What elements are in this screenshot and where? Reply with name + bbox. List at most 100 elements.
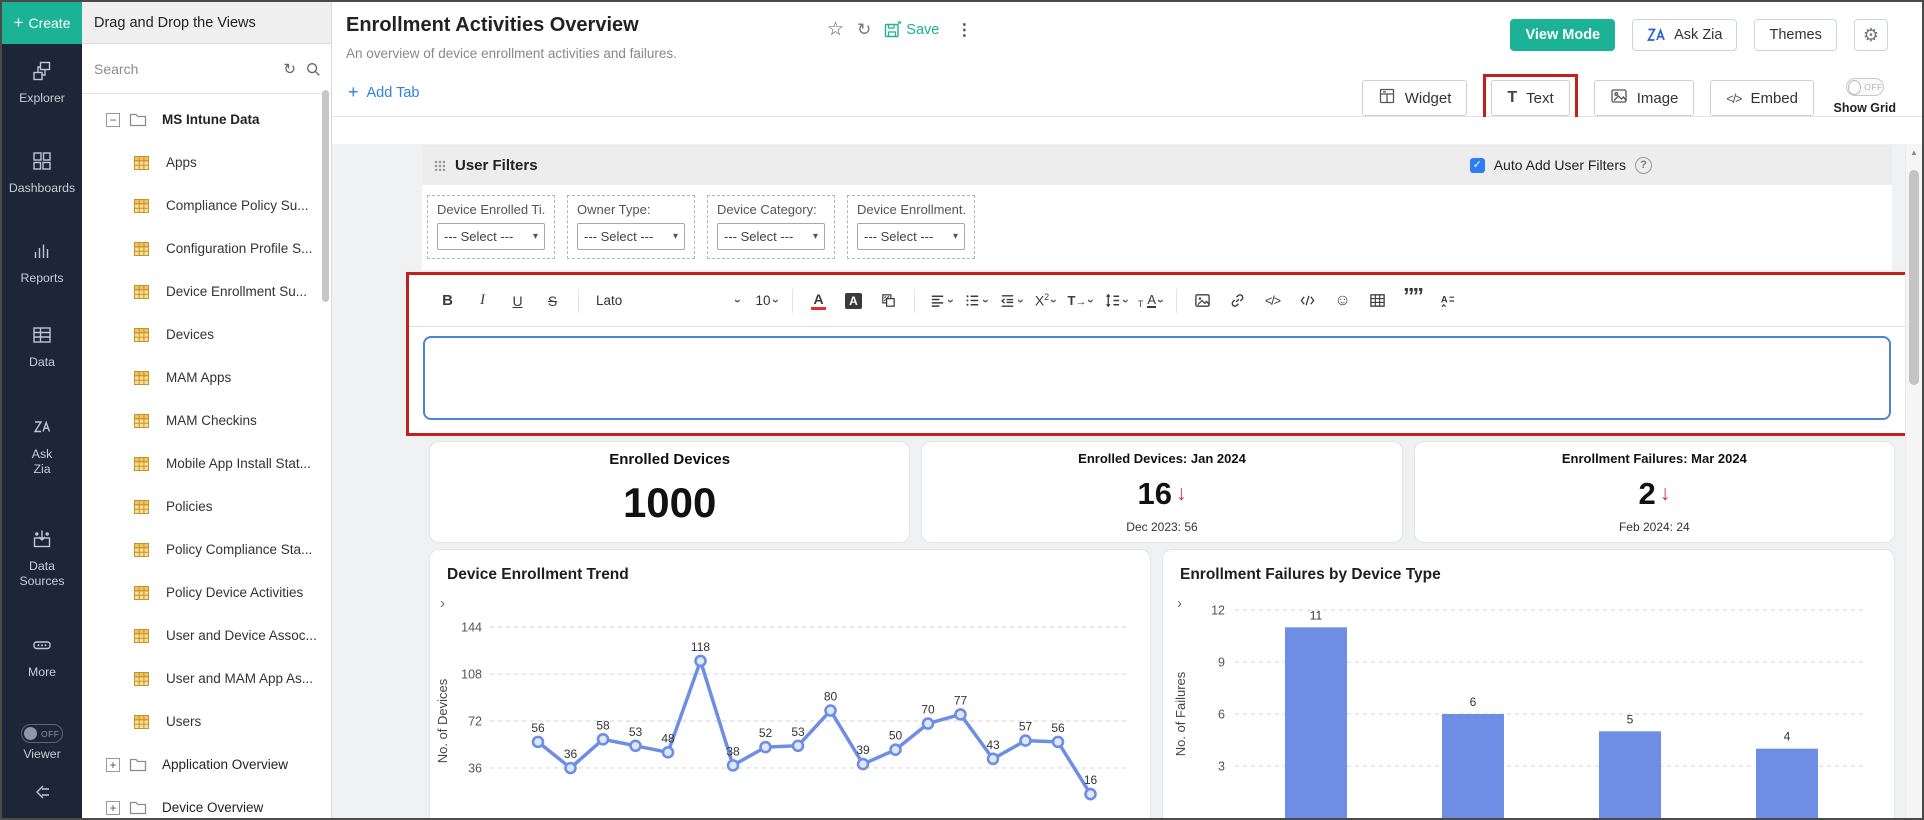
tree-table-configuration-profile-s[interactable]: Configuration Profile S... [82,227,331,270]
blockquote-button[interactable]: ”” [1396,283,1429,316]
refresh-icon[interactable]: ↻ [857,20,871,40]
add-tab-button[interactable]: + Add Tab [348,82,419,103]
sidebar-item-more[interactable]: More [2,634,82,680]
kpi-card-enrolled-devices-jan-2024[interactable]: Enrolled Devices: Jan 2024 16 ↓ Dec 2023:… [922,442,1402,542]
insert-table-button[interactable] [1361,286,1394,316]
tree-table-user-and-device-assoc[interactable]: User and Device Assoc... [82,614,331,657]
insert-image-button[interactable] [1186,286,1219,316]
plus-icon: + [13,13,24,32]
filter-select[interactable]: --- Select --- ▾ [437,223,545,250]
expand-icon[interactable]: + [106,757,120,772]
format-painter-button[interactable] [872,286,905,316]
highlight-color-button[interactable]: A [837,286,870,316]
tree-table-users[interactable]: Users [82,700,331,743]
tree-table-mobile-app-install-stat[interactable]: Mobile App Install Stat... [82,442,331,485]
sidebar-item-data[interactable]: Data [2,324,82,370]
tree-table-apps[interactable]: Apps [82,141,331,184]
filter-select[interactable]: --- Select --- ▾ [577,223,685,250]
emoji-button[interactable]: ☺ [1326,286,1359,316]
svg-text:36: 36 [564,747,578,761]
tree-table-policy-compliance-sta[interactable]: Policy Compliance Sta... [82,528,331,571]
list-button[interactable]: › [959,286,993,316]
expand-icon[interactable]: + [106,800,120,815]
widget-mode-button[interactable]: Widget [1361,80,1468,116]
insert-link-button[interactable] [1221,286,1254,316]
code-view-button[interactable]: </> [1256,286,1289,316]
sidebar-item-ask-zia[interactable]: Ask Zia [2,416,82,478]
align-button[interactable]: › [924,286,958,316]
tree-scrollbar[interactable] [322,90,329,302]
collapse-sidebar-button[interactable] [2,781,82,803]
embed-mode-button[interactable]: </> Embed [1710,80,1814,116]
filter-owner-type[interactable]: Owner Type: --- Select --- ▾ [567,195,695,259]
tree-node-device-overview[interactable]: + Device Overview [82,786,331,818]
settings-gear-button[interactable]: ⚙ [1853,19,1888,51]
text-editor-area[interactable] [423,336,1891,420]
strikethrough-button[interactable]: S [536,286,569,316]
enrollment-failures-widget[interactable]: Enrollment Failures by Device Type 12 9 6 3… [1163,550,1894,818]
sidebar-item-explorer[interactable]: Explorer [2,60,82,106]
show-grid-toggle[interactable]: OFF [1845,78,1884,96]
user-filters-widget: User Filters ✓ Auto Add User Filters ? D… [422,145,1892,270]
superscript-button[interactable]: X2 › [1029,286,1062,316]
themes-button[interactable]: Themes [1754,19,1837,51]
sidebar-item-dashboards[interactable]: Dashboards [2,150,82,196]
font-color-button[interactable]: A [802,286,835,316]
text-case-button[interactable]: T A › [1134,286,1168,316]
filter-device-enrollment[interactable]: Device Enrollment... --- Select --- ▾ [847,195,975,259]
favorite-star-icon[interactable]: ☆ [827,18,844,41]
svg-text:6: 6 [1218,708,1225,722]
ask-zia-button[interactable]: Ask Zia [1632,19,1738,51]
sidebar-item-data-sources[interactable]: Data Sources [2,528,82,590]
filter-select[interactable]: --- Select --- ▾ [857,223,965,250]
filter-select[interactable]: --- Select --- ▾ [717,223,825,250]
device-enrollment-trend-widget[interactable]: Device Enrollment Trend 144 108 72 36 › No. o… [430,550,1150,818]
search-input[interactable] [94,60,275,77]
svg-text:A: A [1441,294,1448,305]
tree-table-user-and-mam-app-as[interactable]: User and MAM App As... [82,657,331,700]
tree-table-mam-checkins[interactable]: MAM Checkins [82,399,331,442]
font-family-select[interactable]: Lato › [588,286,748,316]
viewer-toggle[interactable]: OFF [21,724,63,743]
create-button[interactable]: + Create [2,2,82,44]
tree-table-policies[interactable]: Policies [82,485,331,528]
tree-table-mam-apps[interactable]: MAM Apps [82,356,331,399]
save-button[interactable]: * Save [884,21,939,38]
drag-handle-icon[interactable] [434,159,445,171]
text-mode-button[interactable]: T Text [1491,80,1570,116]
image-mode-button[interactable]: Image [1593,80,1695,116]
tree-table-devices[interactable]: Devices [82,313,331,356]
dropdown-arrow-icon: ▾ [812,231,818,242]
sidebar-item-reports[interactable]: Reports [2,240,82,286]
tree-table-compliance-policy-su[interactable]: Compliance Policy Su... [82,184,331,227]
bold-button[interactable]: B [431,286,464,316]
indent-button[interactable]: › [994,286,1028,316]
special-char-button[interactable]: A [1431,286,1464,316]
kpi-card-enrolled-devices[interactable]: Enrolled Devices 1000 [430,442,910,542]
filter-device-category[interactable]: Device Category: --- Select --- ▾ [707,195,835,259]
underline-button[interactable]: U [501,286,534,316]
font-size-select[interactable]: 10 › [750,286,783,316]
filter-device-enrolled-ti[interactable]: Device Enrolled Ti... --- Select --- ▾ [427,195,555,259]
help-icon[interactable]: ? [1635,156,1652,174]
tree-node-application-overview[interactable]: + Application Overview [82,743,331,786]
view-mode-button[interactable]: View Mode [1510,19,1616,51]
sidebar-item-viewer[interactable]: OFF Viewer [2,724,82,762]
search-icon[interactable] [305,61,321,77]
data-sources-icon [31,528,53,555]
kebab-menu-icon[interactable]: ⋮ [956,20,972,40]
collapse-icon[interactable]: − [106,112,120,127]
tree-table-policy-device-activities[interactable]: Policy Device Activities [82,571,331,614]
text-direction-button[interactable]: T→ › [1064,286,1099,316]
kpi-card-enrollment-failures-mar-2024[interactable]: Enrollment Failures: Mar 2024 2 ↓ Feb 202… [1414,442,1894,542]
line-spacing-button[interactable]: › [1099,286,1133,316]
italic-button[interactable]: I [466,286,499,316]
svg-text:50: 50 [889,729,903,743]
scroll-up-icon[interactable]: ▲ [1906,144,1922,157]
tree-node-ms-intune-data[interactable]: − MS Intune Data [82,98,331,141]
refresh-views-icon[interactable]: ↻ [283,60,296,78]
canvas-scrollbar[interactable]: ▲ [1905,144,1922,818]
tree-table-device-enrollment-su[interactable]: Device Enrollment Su... [82,270,331,313]
auto-add-filters-checkbox[interactable]: ✓ [1469,157,1485,173]
inline-code-button[interactable] [1291,286,1324,316]
